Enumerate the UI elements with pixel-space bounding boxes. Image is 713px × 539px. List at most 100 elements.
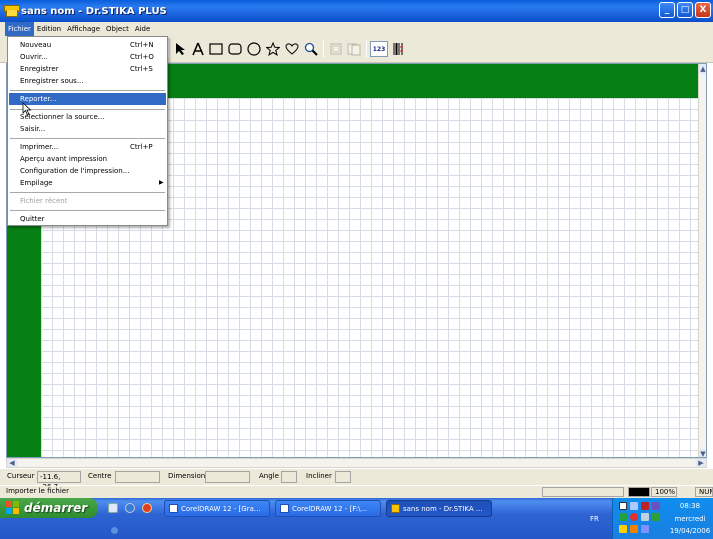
menu-item-label: Empilage [20,179,53,187]
tray-icon[interactable] [652,513,660,521]
menu-separator [10,210,165,211]
window-title: sans nom - Dr.STIKA PLUS [21,5,167,17]
coreldraw-icon [169,504,178,513]
taskbar-button-drstika[interactable]: sans nom - Dr.STIKA ... [386,500,492,517]
taskbar-button-coreldraw-2[interactable]: CorelDRAW 12 - [F:\... [275,500,381,517]
tray-icon[interactable] [641,525,649,533]
menu-item-label: Enregistrer [20,65,59,73]
vertical-scrollbar[interactable]: ▲ ▼ [698,64,706,457]
incliner-value [335,471,351,483]
menu-item-enregistrer[interactable]: Enregistrer Ctrl+S [9,63,166,75]
page-icon[interactable] [328,41,344,57]
taskbar-button-label: sans nom - Dr.STIKA ... [403,504,483,513]
ellipse-tool-icon[interactable] [246,41,262,57]
tray-icon[interactable] [619,502,627,510]
close-button[interactable]: X [695,2,711,18]
dimension-value [205,471,250,483]
menu-item-nouveau[interactable]: Nouveau Ctrl+N [9,39,166,51]
menu-item-apercu[interactable]: Aperçu avant impression [9,153,166,165]
menu-item-quitter[interactable]: Quitter [9,213,166,225]
taskbar-button-label: CorelDRAW 12 - [F:\... [292,504,368,513]
cursor-value: -11.6, -26.7 [37,471,81,491]
centre-value [115,471,160,483]
horizontal-scrollbar[interactable]: ◀ ▶ [6,458,707,468]
taskbar: démarrer CorelDRAW 12 - [Gra... CorelDRA… [0,498,713,539]
menu-item-empilage[interactable]: Empilage ▶ [9,177,166,189]
menu-item-saisir[interactable]: Saisir... [9,123,166,135]
angle-value [281,471,297,483]
text-tool-icon[interactable] [191,41,205,57]
drstika-icon [391,504,400,513]
language-indicator[interactable]: FR [590,515,599,523]
title-bar[interactable]: sans nom - Dr.STIKA PLUS _ □ X [0,0,713,22]
menu-item-label: Nouveau [20,41,52,49]
tray-icon[interactable] [619,525,627,533]
menu-edition[interactable]: Edition [34,22,64,36]
tray-icon[interactable] [630,513,638,521]
clock-day: mercredi [674,515,706,523]
toolbar-separator [168,40,169,58]
menu-item-label: Sélectionner la source... [20,113,105,121]
coreldraw-icon [280,504,289,513]
scroll-right-icon[interactable]: ▶ [696,459,706,467]
toolbar-separator [366,40,367,58]
ie-icon[interactable] [125,503,135,513]
menu-separator [10,192,165,193]
maximize-button[interactable]: □ [677,2,693,18]
heart-tool-icon[interactable] [284,41,300,57]
progress-bar [628,487,650,497]
menu-item-label: Enregistrer sous... [20,77,84,85]
minimize-button[interactable]: _ [659,2,675,18]
tray-icon[interactable] [652,502,660,510]
menu-item-enregistrer-sous[interactable]: Enregistrer sous... [9,75,166,87]
status-text: Importer le fichier [6,487,69,495]
zoom-tool-icon[interactable] [303,41,319,57]
rounded-rect-tool-icon[interactable] [227,41,243,57]
menu-separator [10,109,165,110]
desktop-icon[interactable] [108,503,118,513]
menu-item-label: Ouvrir... [20,53,48,61]
numbering-icon[interactable]: 123 [370,41,388,57]
tray-icon[interactable] [619,513,627,521]
menu-item-imprimer[interactable]: Imprimer... Ctrl+P [9,141,166,153]
app-icon [4,5,20,17]
menu-affichage[interactable]: Affichage [64,22,103,36]
angle-label: Angle [259,472,279,480]
arrow-select-icon[interactable] [173,41,187,57]
dimension-label: Dimension [168,472,206,480]
status-panel [542,487,624,497]
menu-item-shortcut: Ctrl+P [130,143,153,151]
menu-object[interactable]: Object [103,22,132,36]
small-tray-icon[interactable] [111,527,118,534]
menu-aide[interactable]: Aide [132,22,153,36]
menu-item-shortcut: Ctrl+O [130,53,154,61]
scroll-up-icon[interactable]: ▲ [699,64,706,74]
menu-separator [10,90,165,91]
page-copy-icon[interactable] [346,41,362,57]
tray-icon[interactable] [630,502,638,510]
menu-item-ouvrir[interactable]: Ouvrir... Ctrl+O [9,51,166,63]
taskbar-button-coreldraw-1[interactable]: CorelDRAW 12 - [Gra... [164,500,270,517]
menu-item-reporter[interactable]: Reporter... [9,93,166,105]
cursor-label: Curseur [7,472,35,480]
barcode-icon[interactable] [391,41,405,57]
mouse-cursor-icon [22,102,32,116]
centre-label: Centre [88,472,112,480]
tray-icon[interactable] [641,502,649,510]
toolbar-separator [323,40,324,58]
tray-icon[interactable] [630,525,638,533]
scroll-left-icon[interactable]: ◀ [7,459,17,467]
menu-item-selectionner-source[interactable]: Sélectionner la source... [9,111,166,123]
scroll-down-icon[interactable]: ▼ [699,449,706,457]
submenu-arrow-icon: ▶ [159,179,164,186]
media-icon[interactable] [142,503,152,513]
tray-icon[interactable] [641,513,649,521]
menu-item-shortcut: Ctrl+S [130,65,153,73]
menu-item-configuration[interactable]: Configuration de l'impression... [9,165,166,177]
zoom-level: 100% [651,487,677,497]
rectangle-tool-icon[interactable] [208,41,224,57]
start-button[interactable]: démarrer [0,498,98,518]
taskbar-button-label: CorelDRAW 12 - [Gra... [181,504,261,513]
menu-fichier[interactable]: Fichier [5,22,34,36]
star-tool-icon[interactable] [265,41,281,57]
